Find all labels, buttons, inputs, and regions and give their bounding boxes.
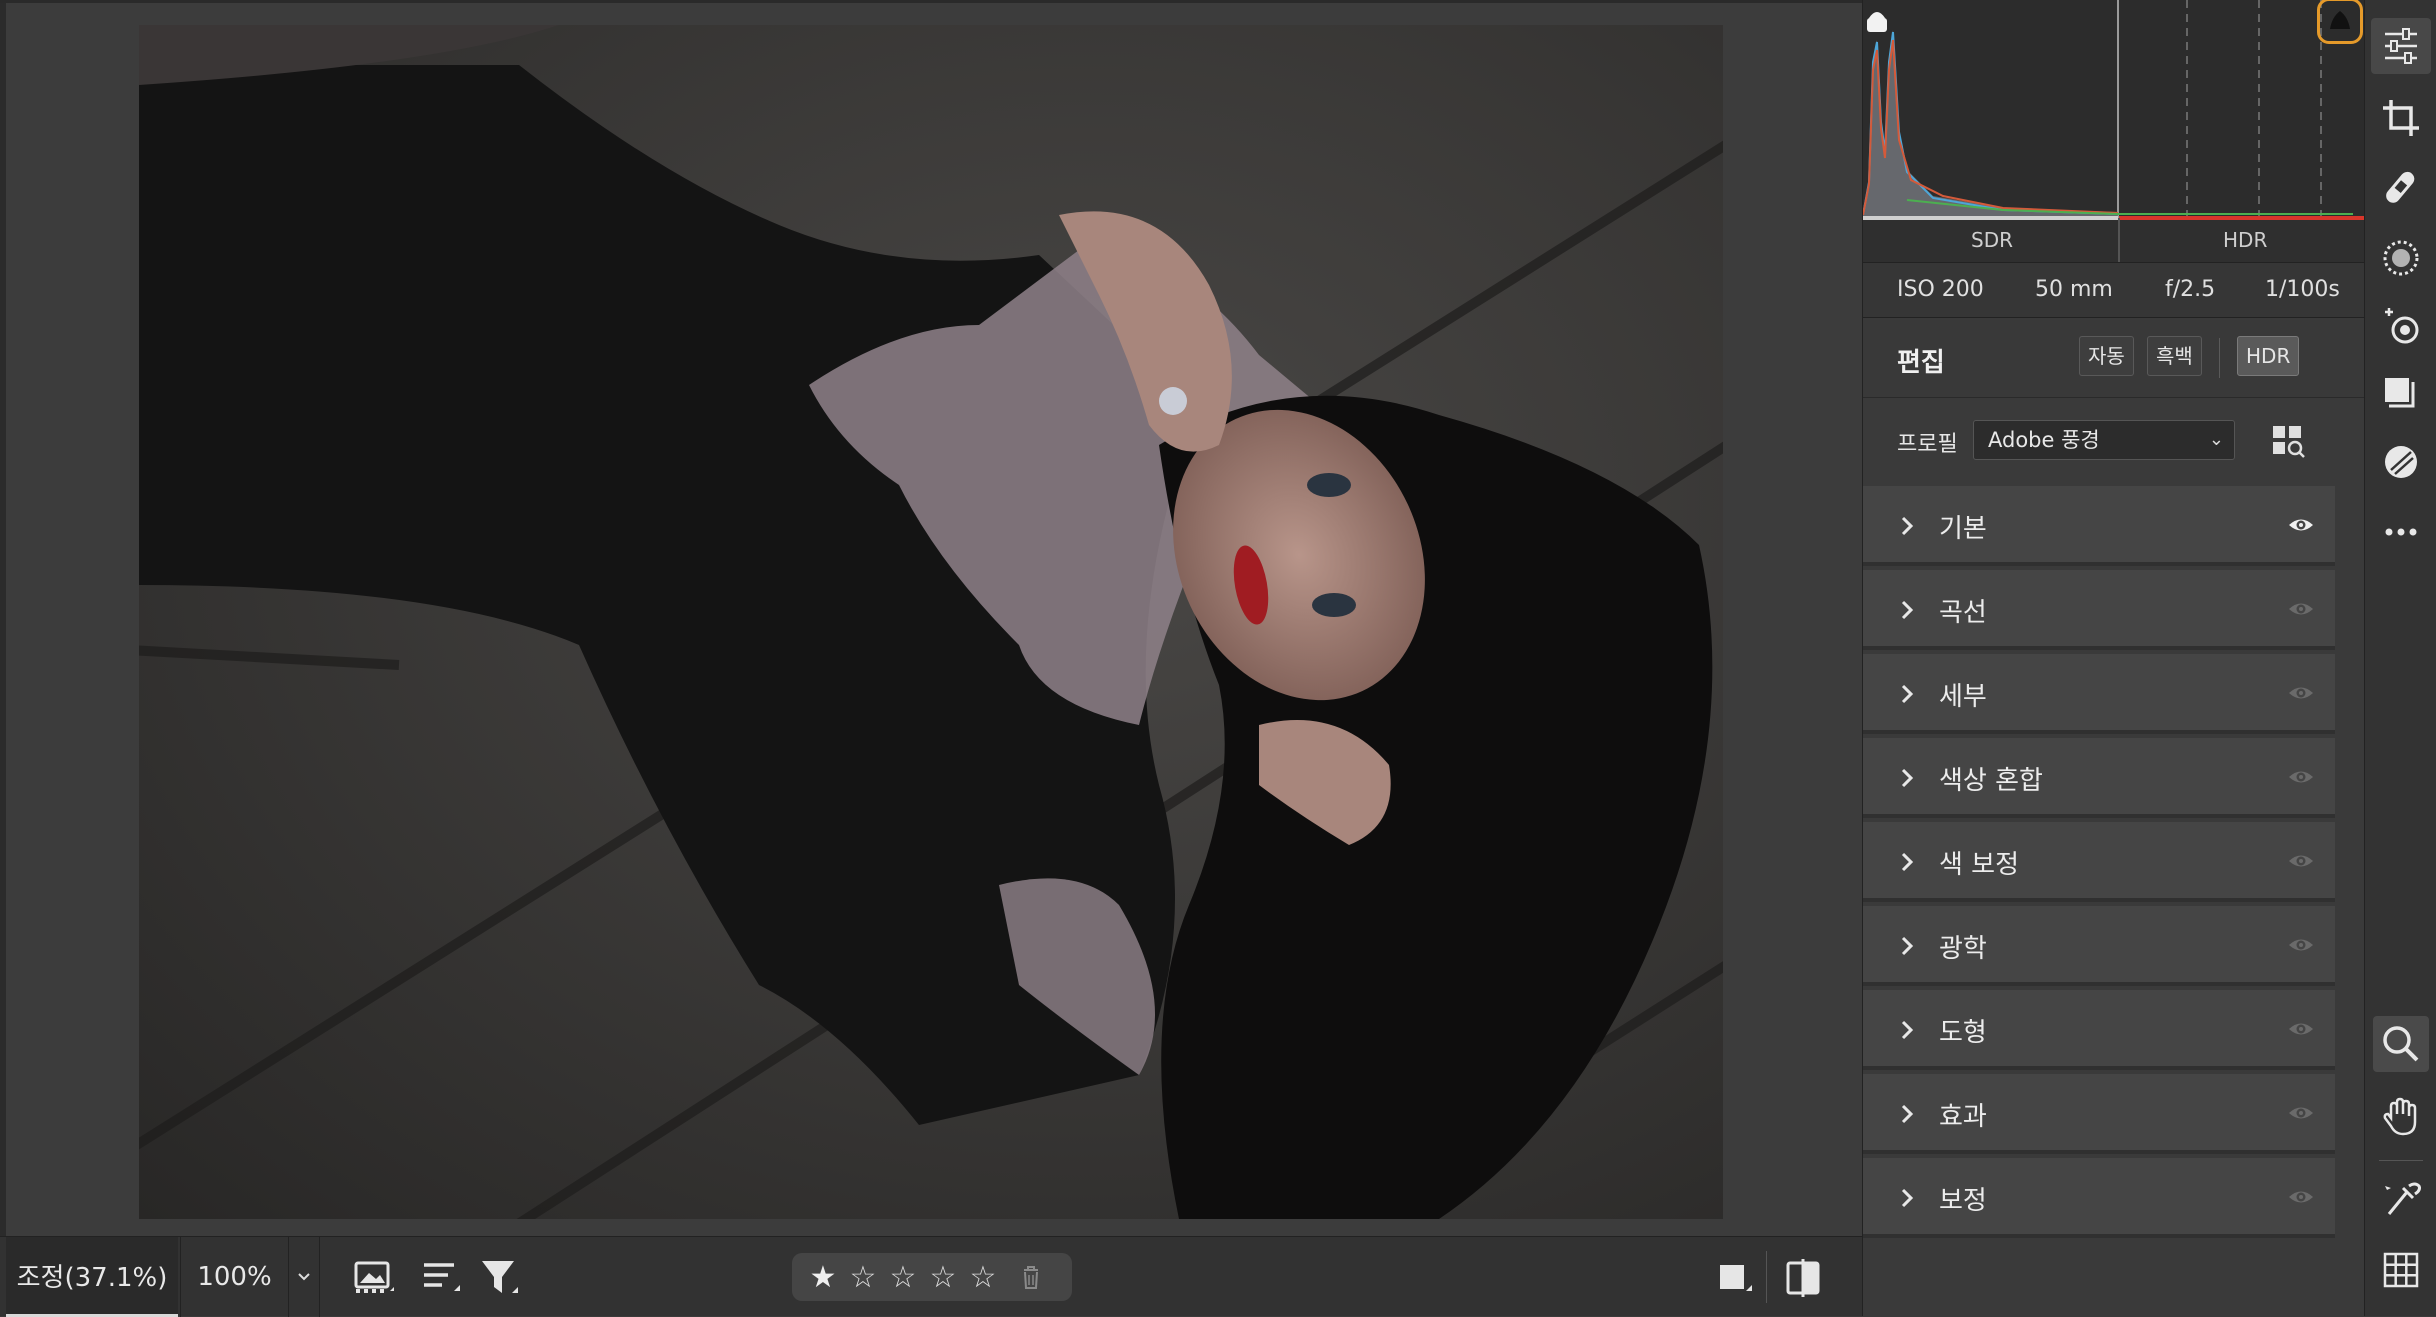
tool-strip-divider — [2379, 1160, 2423, 1161]
star-5-icon[interactable]: ☆ — [966, 1260, 1000, 1295]
section-label: 기본 — [1939, 514, 1987, 544]
eye-icon[interactable] — [2287, 514, 2315, 536]
chevron-right-icon — [1901, 600, 1914, 620]
eye-icon[interactable] — [2287, 682, 2315, 704]
eye-icon[interactable] — [2287, 850, 2315, 872]
iso-value: ISO 200 — [1897, 277, 1984, 302]
star-1-icon[interactable]: ★ — [806, 1260, 840, 1295]
section-color-mixer[interactable]: 색상 혼합 — [1863, 738, 2335, 818]
profile-select[interactable]: Adobe 풍경 ⌄ — [1973, 420, 2235, 460]
section-basic[interactable]: 기본 — [1863, 486, 2335, 566]
snapshot-icon[interactable] — [2379, 440, 2423, 484]
profile-value: Adobe 풍경 — [1988, 428, 2100, 452]
eye-icon[interactable] — [2287, 1018, 2315, 1040]
chevron-right-icon — [1901, 1020, 1914, 1040]
canvas-edge — [0, 3, 6, 1239]
grid-icon[interactable] — [2379, 1248, 2423, 1292]
sort-icon[interactable] — [418, 1255, 464, 1301]
chevron-down-icon — [298, 1273, 310, 1281]
portrait-photo-illustration — [139, 25, 1723, 1219]
masking-icon[interactable] — [2379, 236, 2423, 280]
eye-icon[interactable] — [2287, 598, 2315, 620]
exif-info: ISO 200 50 mm f/2.5 1/100s — [1863, 262, 2365, 318]
zoom-100-button[interactable]: 100% — [180, 1237, 288, 1317]
aperture-value: f/2.5 — [2165, 277, 2216, 302]
profile-browser-icon[interactable] — [2271, 424, 2305, 458]
section-label: 곡선 — [1939, 598, 1987, 628]
section-optics[interactable]: 광학 — [1863, 906, 2335, 986]
profile-label: 프로필 — [1897, 432, 1958, 457]
eye-icon[interactable] — [2287, 1102, 2315, 1124]
photo-preview[interactable] — [139, 25, 1723, 1219]
highlight-clipping-icon — [2330, 11, 2350, 29]
star-4-icon[interactable]: ☆ — [926, 1260, 960, 1295]
highlight-clipping-button[interactable] — [2317, 0, 2363, 44]
zoom-dropdown-button[interactable] — [288, 1237, 320, 1317]
eye-icon[interactable] — [2287, 766, 2315, 788]
histogram-labels: SDR HDR — [1863, 218, 2365, 262]
star-3-icon[interactable]: ☆ — [886, 1260, 920, 1295]
zoom-icon[interactable] — [2379, 1022, 2423, 1066]
profile-row: 프로필 Adobe 풍경 ⌄ — [1863, 400, 2365, 482]
section-curves[interactable]: 곡선 — [1863, 570, 2335, 650]
sampler-icon[interactable] — [2379, 1178, 2423, 1222]
hand-icon[interactable] — [2379, 1094, 2423, 1138]
edit-header: 편집 자동 흑백 HDR — [1863, 320, 2365, 398]
sliders-icon[interactable] — [2379, 24, 2423, 68]
edit-header-divider — [2219, 338, 2220, 378]
section-label: 색상 혼합 — [1939, 766, 2043, 796]
chevron-right-icon — [1901, 684, 1914, 704]
section-label: 세부 — [1939, 682, 1987, 712]
section-geometry[interactable]: 도형 — [1863, 990, 2335, 1070]
eye-icon[interactable] — [2287, 934, 2315, 956]
chevron-right-icon — [1901, 936, 1914, 956]
chevron-right-icon — [1901, 516, 1914, 536]
edit-sections: 기본 곡선 세부 색상 혼합 색 보정 광학 도형 효과 보정 — [1863, 486, 2365, 1242]
filter-icon[interactable] — [478, 1255, 524, 1301]
black-white-button[interactable]: 흑백 — [2147, 336, 2202, 376]
chevron-right-icon — [1901, 768, 1914, 788]
shutter-speed-value: 1/100s — [2265, 277, 2340, 302]
auto-button[interactable]: 자동 — [2079, 336, 2134, 376]
sdr-label: SDR — [1971, 228, 2013, 252]
star-2-icon[interactable]: ☆ — [846, 1260, 880, 1295]
view-mode-icon[interactable] — [1712, 1255, 1758, 1301]
section-calibration[interactable]: 보정 — [1863, 1158, 2335, 1238]
section-color-grading[interactable]: 색 보정 — [1863, 822, 2335, 902]
bottom-toolbar: 조정(37.1%) 100% ★ ☆ ☆ ☆ ☆ — [0, 1236, 1862, 1317]
toolbar-divider — [1766, 1251, 1767, 1303]
focal-length-value: 50 mm — [2035, 277, 2113, 302]
edit-panel: SDR HDR ISO 200 50 mm f/2.5 1/100s 편집 자동… — [1862, 0, 2365, 1316]
chevron-right-icon — [1901, 1188, 1914, 1208]
before-after-icon[interactable] — [1782, 1255, 1828, 1301]
crop-icon[interactable] — [2379, 96, 2423, 140]
filmstrip-icon[interactable] — [352, 1255, 398, 1301]
section-detail[interactable]: 세부 — [1863, 654, 2335, 734]
presets-icon[interactable] — [2379, 372, 2423, 416]
chevron-down-icon: ⌄ — [2208, 429, 2224, 450]
healing-brush-icon[interactable] — [2379, 166, 2423, 210]
histogram: SDR HDR — [1862, 0, 2365, 262]
hdr-label: HDR — [2223, 228, 2268, 252]
hdr-button[interactable]: HDR — [2237, 336, 2300, 376]
red-eye-icon[interactable] — [2379, 304, 2423, 348]
histogram-divider — [2118, 218, 2120, 262]
chevron-right-icon — [1901, 1104, 1914, 1124]
trash-icon[interactable] — [1014, 1260, 1048, 1294]
more-icon[interactable] — [2379, 510, 2423, 554]
section-label: 색 보정 — [1939, 850, 2020, 880]
chevron-right-icon — [1901, 852, 1914, 872]
image-canvas[interactable] — [0, 0, 1862, 1239]
tool-strip — [2364, 0, 2436, 1316]
section-label: 도형 — [1939, 1018, 1987, 1048]
eye-icon[interactable] — [2287, 1186, 2315, 1208]
section-label: 효과 — [1939, 1102, 1987, 1132]
section-label: 보정 — [1939, 1186, 1987, 1216]
zoom-fit-button[interactable]: 조정(37.1%) — [6, 1237, 178, 1317]
edit-title: 편집 — [1897, 348, 1945, 378]
section-label: 광학 — [1939, 934, 1987, 964]
star-rating: ★ ☆ ☆ ☆ ☆ — [792, 1253, 1072, 1301]
section-effects[interactable]: 효과 — [1863, 1074, 2335, 1154]
